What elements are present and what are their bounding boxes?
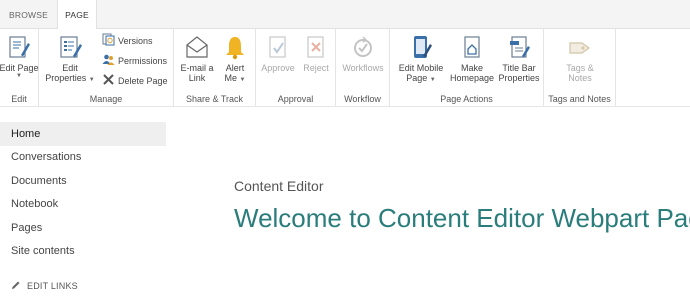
reject-icon — [304, 33, 328, 61]
title-bar-icon — [507, 33, 531, 61]
nav-item-home[interactable]: Home — [0, 122, 166, 146]
edit-properties-label-2: Properties ▼ — [45, 73, 95, 83]
bell-icon — [223, 33, 247, 61]
email-link-button[interactable]: E-mail a Link — [178, 33, 216, 83]
group-label-workflow: Workflow — [344, 94, 381, 104]
make-homepage-label-2: Homepage — [449, 73, 495, 83]
edit-page-icon — [7, 33, 31, 61]
welcome-heading: Welcome to Content Editor Webpart Page — [234, 203, 690, 233]
alert-me-label-2: Me ▼ — [224, 73, 246, 83]
quick-launch-nav: Home Conversations Documents Notebook Pa… — [0, 122, 166, 263]
tags-notes-label-2: Notes — [568, 73, 592, 83]
nav-item-notebook[interactable]: Notebook — [0, 193, 166, 217]
group-label-approval: Approval — [277, 94, 314, 104]
group-page-actions: Edit Mobile Page ▼ Make Homepage Title B… — [390, 29, 544, 107]
edit-mobile-label-2: Page ▼ — [406, 73, 436, 83]
delete-icon — [102, 73, 118, 88]
ribbon-tab-bar: BROWSE PAGE — [0, 0, 690, 30]
approve-icon — [266, 33, 290, 61]
alert-me-button[interactable]: Alert Me ▼ — [218, 33, 252, 85]
envelope-icon — [184, 33, 210, 61]
edit-properties-label-1: Edit — [62, 63, 78, 73]
edit-mobile-label-1: Edit Mobile — [398, 63, 444, 73]
make-homepage-label-1: Make — [460, 63, 483, 73]
permissions-label: Permissions — [118, 55, 168, 66]
workflows-label: Workflows — [342, 63, 384, 73]
tags-notes-button[interactable]: Tags & Notes — [550, 33, 610, 83]
permissions-button[interactable]: Permissions — [102, 53, 167, 68]
edit-page-button[interactable]: Edit Page ▼ — [0, 33, 39, 79]
delete-page-label: Delete Page — [118, 75, 168, 86]
pencil-icon — [11, 280, 27, 292]
chevron-down-icon: ▼ — [16, 73, 22, 79]
title-bar-properties-button[interactable]: Title Bar Properties — [496, 33, 542, 83]
email-link-label-2: Link — [188, 73, 206, 83]
group-label-manage: Manage — [89, 94, 123, 104]
versions-button[interactable]: Versions — [102, 33, 153, 48]
tab-browse[interactable]: BROWSE — [0, 0, 57, 30]
nav-item-documents[interactable]: Documents — [0, 169, 166, 193]
nav-item-pages[interactable]: Pages — [0, 216, 166, 240]
nav-item-conversations[interactable]: Conversations — [0, 146, 166, 170]
permissions-icon — [102, 53, 118, 68]
delete-page-button[interactable]: Delete Page — [102, 73, 168, 88]
edit-properties-icon — [57, 33, 83, 61]
group-manage: Edit Properties ▼ Versions Permissions D… — [39, 29, 174, 107]
webpart-title: Content Editor — [234, 178, 324, 194]
make-homepage-button[interactable]: Make Homepage — [449, 33, 495, 83]
tab-page[interactable]: PAGE — [57, 0, 97, 30]
workflow-icon — [351, 33, 375, 61]
reject-label: Reject — [303, 63, 329, 73]
tag-icon — [567, 33, 593, 61]
edit-links-label: EDIT LINKS — [27, 281, 78, 291]
alert-me-label-1: Alert — [225, 63, 245, 73]
versions-icon — [102, 33, 118, 48]
email-link-label-1: E-mail a — [180, 63, 214, 73]
edit-mobile-page-button[interactable]: Edit Mobile Page ▼ — [393, 33, 449, 85]
group-workflow: Workflows Workflow — [336, 29, 390, 107]
group-label-page-actions: Page Actions — [440, 94, 493, 104]
group-label-tags-notes: Tags and Notes — [548, 94, 611, 104]
edit-links-button[interactable]: EDIT LINKS — [11, 280, 78, 292]
group-label-share-track: Share & Track — [185, 94, 244, 104]
approve-label: Approve — [261, 63, 295, 73]
tags-notes-label-1: Tags & — [566, 63, 594, 73]
approve-button[interactable]: Approve — [259, 33, 297, 73]
nav-item-site-contents[interactable]: Site contents — [0, 240, 166, 264]
home-page-icon — [460, 33, 484, 61]
edit-properties-button[interactable]: Edit Properties ▼ — [43, 33, 97, 85]
ribbon: Edit Page ▼ Edit Edit Properties ▼ Versi… — [0, 29, 690, 107]
title-bar-label-2: Properties — [498, 73, 540, 83]
edit-page-label: Edit Page — [0, 63, 39, 73]
group-tags-notes: Tags & Notes Tags and Notes — [544, 29, 616, 107]
reject-button[interactable]: Reject — [299, 33, 333, 73]
workflows-button[interactable]: Workflows — [339, 33, 387, 73]
versions-label: Versions — [118, 35, 153, 46]
title-bar-label-1: Title Bar — [502, 63, 536, 73]
mobile-page-icon — [409, 33, 433, 61]
group-share-track: E-mail a Link Alert Me ▼ Share & Track — [174, 29, 256, 107]
group-approval: Approve Reject Approval — [256, 29, 336, 107]
group-label-edit: Edit — [11, 94, 27, 104]
group-edit: Edit Page ▼ Edit — [0, 29, 39, 107]
